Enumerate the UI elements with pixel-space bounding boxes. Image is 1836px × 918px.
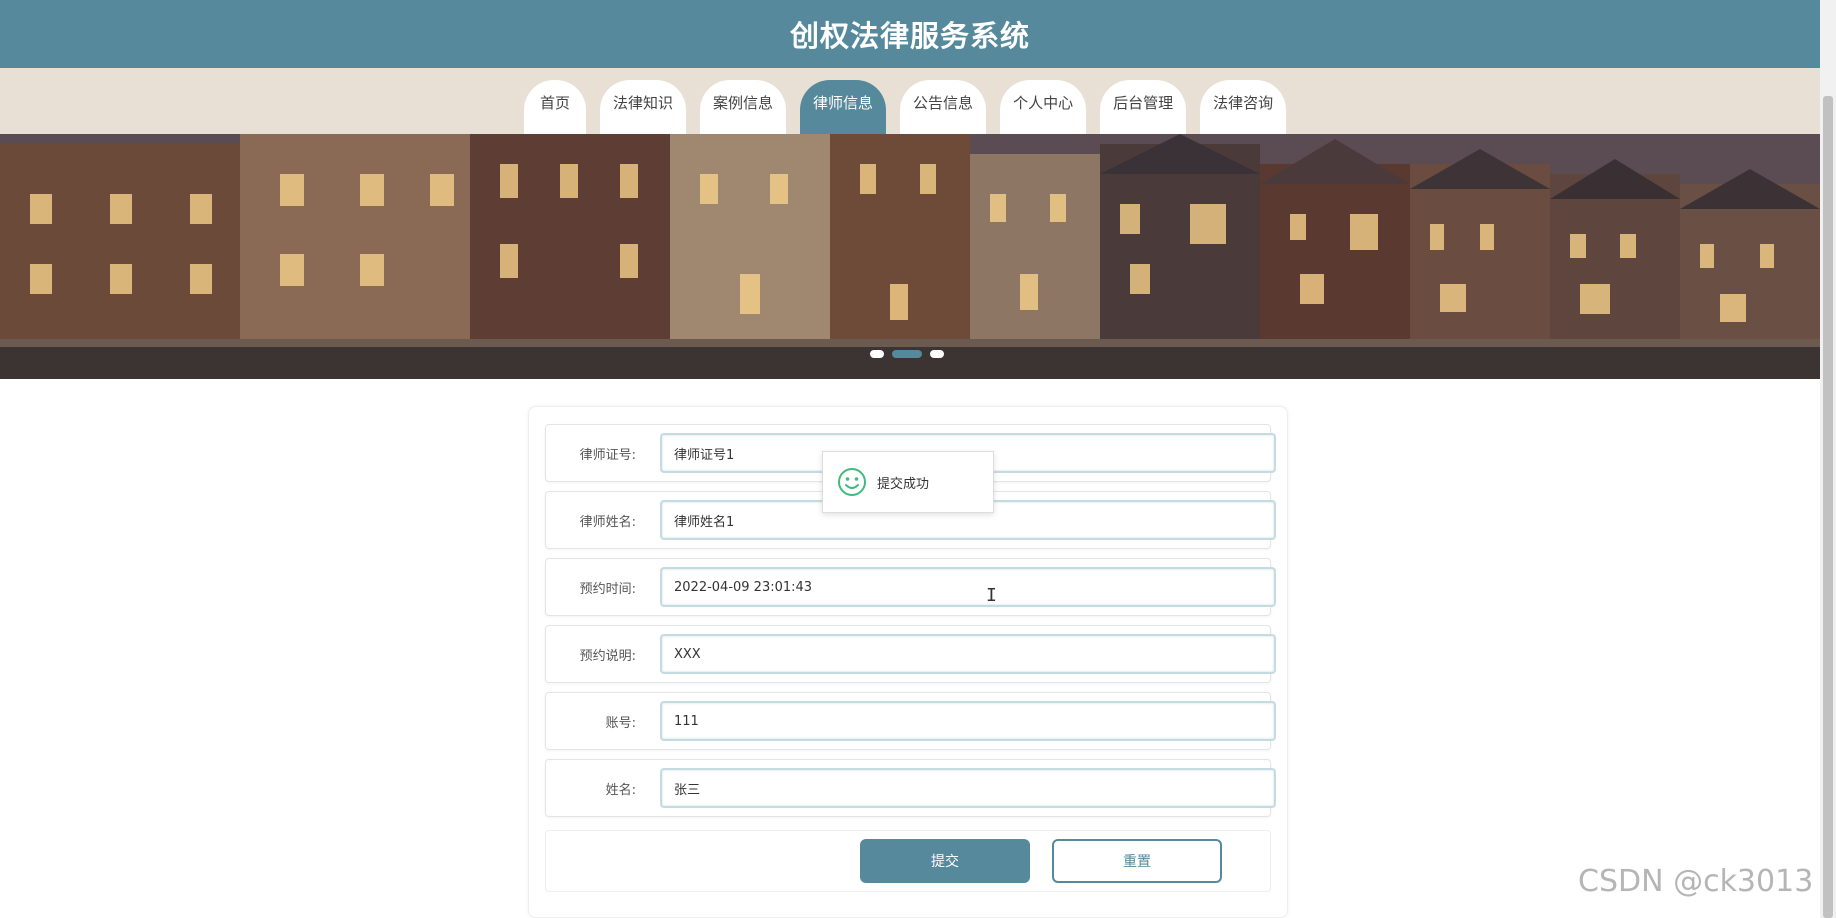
- scrollbar-thumb[interactable]: [1823, 96, 1833, 918]
- form-row-appointment-time: 预约时间: 2022-04-09 23:01:43: [545, 558, 1276, 616]
- lawyer-license-label: 律师证号:: [579, 447, 636, 463]
- appointment-note-label: 预约说明:: [579, 648, 636, 664]
- nav-item-home[interactable]: 首页: [524, 80, 586, 134]
- account-input[interactable]: 111: [660, 701, 1276, 741]
- text-cursor-icon: I: [986, 585, 997, 606]
- banner-carousel: [0, 134, 1820, 379]
- account-label: 账号:: [605, 715, 636, 731]
- app-title: 创权法律服务系统: [789, 19, 1030, 53]
- page-scrollbar[interactable]: [1820, 0, 1836, 918]
- lawyer-name-label: 律师姓名:: [579, 514, 636, 530]
- smile-icon: [838, 468, 866, 496]
- name-label: 姓名:: [605, 782, 636, 798]
- carousel-dot-2[interactable]: [892, 350, 922, 358]
- form-row-appointment-note: 预约说明: XXX: [545, 625, 1276, 683]
- nav-item-consultation[interactable]: 法律咨询: [1200, 80, 1287, 134]
- form-actions: 提交 重置: [545, 830, 1271, 892]
- carousel-indicators: [870, 350, 952, 358]
- nav-item-lawyers[interactable]: 律师信息: [800, 80, 887, 134]
- appointment-time-label: 预约时间:: [579, 581, 636, 597]
- banner-image: [0, 134, 1820, 379]
- submit-button[interactable]: 提交: [860, 839, 1030, 883]
- nav-item-personal-center[interactable]: 个人中心: [1000, 80, 1087, 134]
- carousel-dot-1[interactable]: [870, 350, 884, 358]
- nav-bar: 首页 法律知识 案例信息 律师信息 公告信息 个人中心 后台管理 法律咨询: [0, 68, 1820, 134]
- nav-item-legal-knowledge[interactable]: 法律知识: [600, 80, 687, 134]
- carousel-dot-3[interactable]: [930, 350, 944, 358]
- app-header: 创权法律服务系统: [0, 0, 1820, 68]
- form-row-account: 账号: 111: [545, 692, 1276, 750]
- appointment-time-input[interactable]: 2022-04-09 23:01:43: [660, 567, 1276, 607]
- reset-button[interactable]: 重置: [1052, 839, 1222, 883]
- name-input[interactable]: 张三: [660, 768, 1276, 808]
- watermark: CSDN @ck3013: [1578, 864, 1814, 899]
- appointment-note-input[interactable]: XXX: [660, 634, 1276, 674]
- form-row-name: 姓名: 张三: [545, 759, 1276, 817]
- nav-item-cases[interactable]: 案例信息: [700, 80, 787, 134]
- success-toast: 提交成功: [822, 451, 994, 513]
- nav-menu: 首页 法律知识 案例信息 律师信息 公告信息 个人中心 后台管理 法律咨询: [524, 80, 1300, 134]
- nav-item-announcements[interactable]: 公告信息: [900, 80, 987, 134]
- nav-item-admin[interactable]: 后台管理: [1100, 80, 1187, 134]
- toast-message: 提交成功: [877, 476, 930, 492]
